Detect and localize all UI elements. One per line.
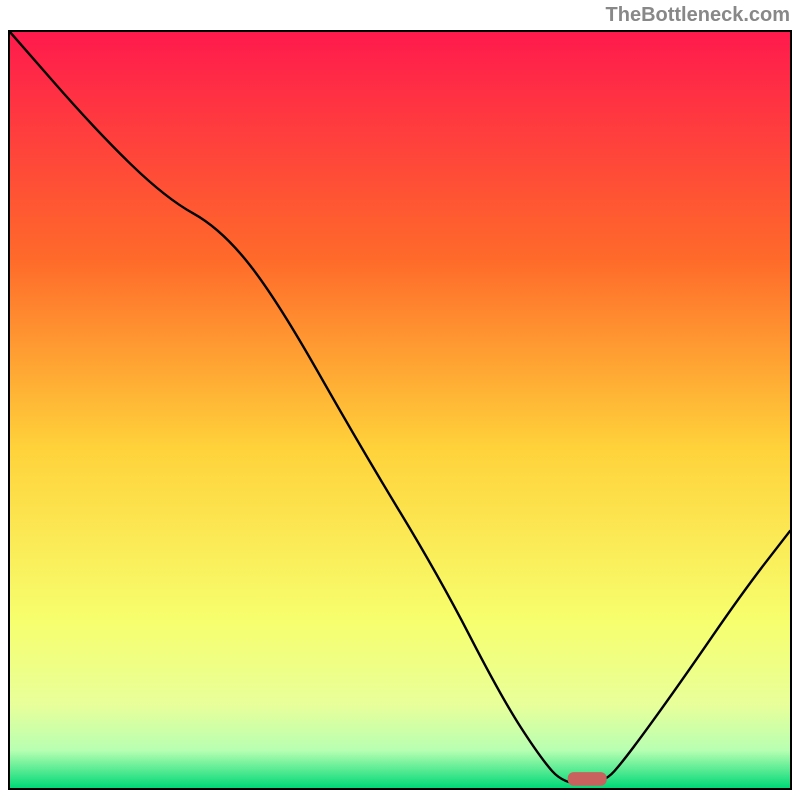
optimum-marker bbox=[568, 772, 607, 786]
gradient-background bbox=[10, 32, 790, 788]
bottleneck-chart bbox=[10, 32, 790, 788]
watermark-text: TheBottleneck.com bbox=[606, 4, 790, 27]
